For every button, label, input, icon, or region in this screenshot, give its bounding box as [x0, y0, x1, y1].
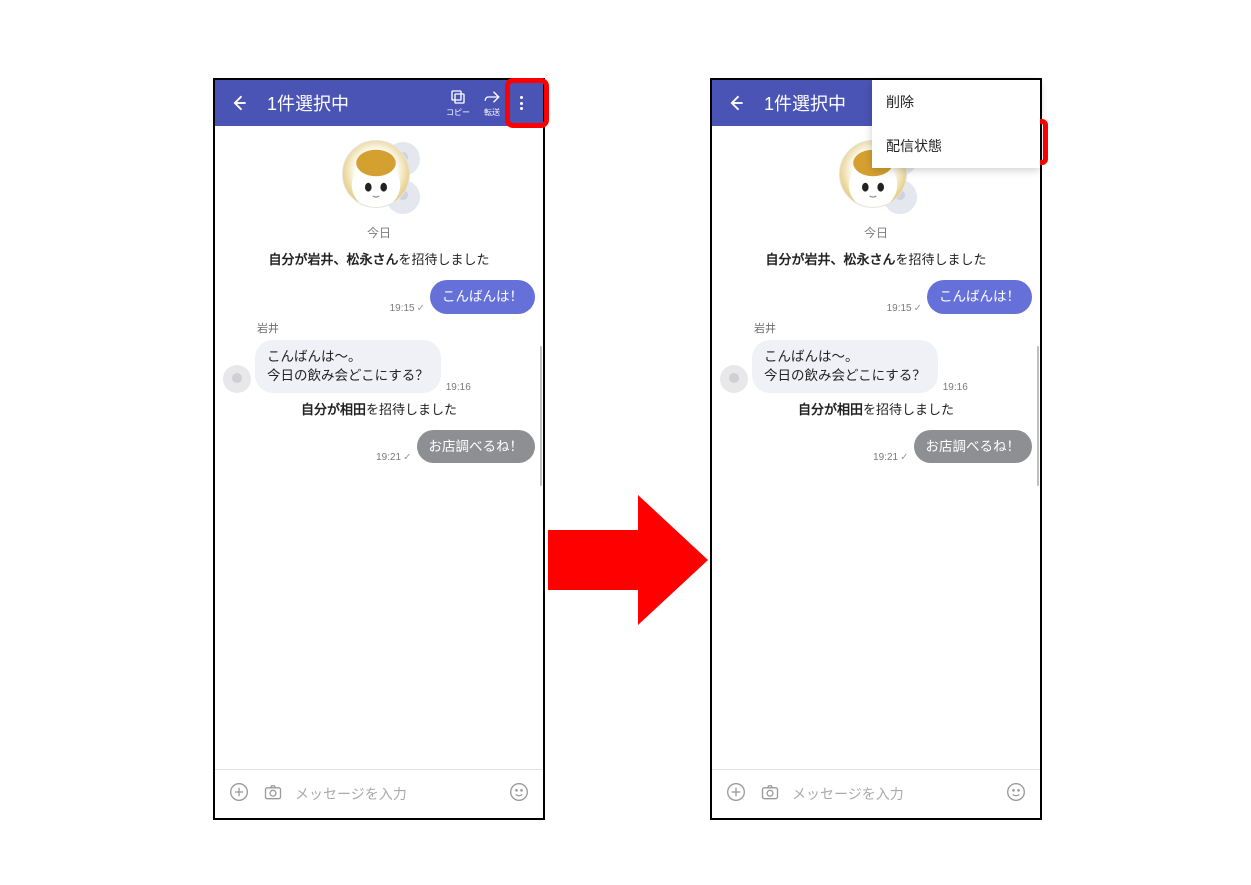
- group-main-avatar: [342, 140, 410, 208]
- chat-area-left[interactable]: 今日 自分が岩井、松永さんを招待しました 19:15✓ こんばんは！ 岩井 こん…: [215, 126, 543, 769]
- scroll-indicator: [540, 346, 542, 486]
- avatar-icon[interactable]: [223, 365, 251, 393]
- camera-icon[interactable]: [758, 782, 782, 807]
- read-check-icon: ✓: [900, 452, 908, 463]
- overflow-menu: 削除 配信状態: [872, 80, 1040, 168]
- group-avatar[interactable]: [342, 140, 416, 214]
- sender-name: 岩井: [257, 320, 537, 336]
- message-time: 19:15✓: [887, 303, 922, 314]
- bubble-self-selected[interactable]: お店調べるね！: [914, 430, 1033, 464]
- emoji-icon[interactable]: [507, 782, 531, 807]
- date-label: 今日: [718, 224, 1034, 241]
- back-icon[interactable]: [229, 93, 249, 113]
- more-button[interactable]: [509, 91, 533, 115]
- input-bar: メッセージを入力: [712, 769, 1040, 818]
- system-invite-1: 自分が岩井、松永さんを招待しました: [718, 249, 1034, 268]
- bubble-self[interactable]: こんばんは！: [430, 280, 535, 314]
- message-time: 19:21✓: [873, 452, 908, 463]
- header-title: 1件選択中: [267, 90, 349, 116]
- bubble-other[interactable]: こんばんは〜。 今日の飲み会どこにする？: [255, 340, 441, 393]
- message-time: 19:21✓: [376, 452, 411, 463]
- date-label: 今日: [221, 224, 537, 241]
- message-time: 19:16: [943, 382, 968, 393]
- copy-icon: [449, 88, 467, 106]
- scroll-indicator: [1037, 346, 1039, 486]
- read-check-icon: ✓: [403, 452, 411, 463]
- message-self-2-selected[interactable]: 19:21✓ お店調べるね！: [223, 430, 535, 464]
- message-other-1[interactable]: こんばんは〜。 今日の飲み会どこにする？ 19:16: [223, 340, 535, 393]
- system-invite-2: 自分が相田を招待しました: [221, 399, 537, 418]
- camera-icon[interactable]: [261, 782, 285, 807]
- copy-label: コピー: [446, 107, 470, 118]
- message-input[interactable]: メッセージを入力: [792, 784, 1004, 804]
- system-invite-1: 自分が岩井、松永さんを招待しました: [221, 249, 537, 268]
- menu-item-delete[interactable]: 削除: [872, 80, 1040, 124]
- message-time: 19:15✓: [390, 303, 425, 314]
- plus-icon[interactable]: [227, 782, 251, 807]
- sender-name: 岩井: [754, 320, 1034, 336]
- header-title: 1件選択中: [764, 90, 846, 116]
- back-icon[interactable]: [726, 93, 746, 113]
- forward-icon: [483, 88, 501, 106]
- bubble-self[interactable]: こんばんは！: [927, 280, 1032, 314]
- input-bar: メッセージを入力: [215, 769, 543, 818]
- message-input[interactable]: メッセージを入力: [295, 784, 507, 804]
- selection-header: 1件選択中 コピー 転送: [215, 80, 543, 126]
- menu-item-delivery-status[interactable]: 配信状態: [872, 124, 1040, 168]
- emoji-icon[interactable]: [1004, 782, 1028, 807]
- forward-button[interactable]: 転送: [479, 88, 505, 118]
- phone-right: 1件選択中 削除 配信状態 今日 自分が岩井、松永さんを招待しました 19:15…: [710, 78, 1042, 820]
- forward-label: 転送: [484, 107, 500, 118]
- avatar-icon[interactable]: [720, 365, 748, 393]
- message-self-2-selected[interactable]: 19:21✓ お店調べるね！: [720, 430, 1032, 464]
- copy-button[interactable]: コピー: [445, 88, 471, 118]
- system-invite-2: 自分が相田を招待しました: [718, 399, 1034, 418]
- read-check-icon: ✓: [914, 303, 922, 314]
- transition-arrow-icon: [548, 480, 708, 640]
- message-time: 19:16: [446, 382, 471, 393]
- read-check-icon: ✓: [417, 303, 425, 314]
- chat-area-right[interactable]: 今日 自分が岩井、松永さんを招待しました 19:15✓ こんばんは！ 岩井 こん…: [712, 126, 1040, 769]
- message-self-1[interactable]: 19:15✓ こんばんは！: [720, 280, 1032, 314]
- bubble-other[interactable]: こんばんは〜。 今日の飲み会どこにする？: [752, 340, 938, 393]
- bubble-self-selected[interactable]: お店調べるね！: [417, 430, 536, 464]
- plus-icon[interactable]: [724, 782, 748, 807]
- phone-left: 1件選択中 コピー 転送 今日 自分が岩井、松永さんを招待しました 19:15✓: [213, 78, 545, 820]
- message-other-1[interactable]: こんばんは〜。 今日の飲み会どこにする？ 19:16: [720, 340, 1032, 393]
- message-self-1[interactable]: 19:15✓ こんばんは！: [223, 280, 535, 314]
